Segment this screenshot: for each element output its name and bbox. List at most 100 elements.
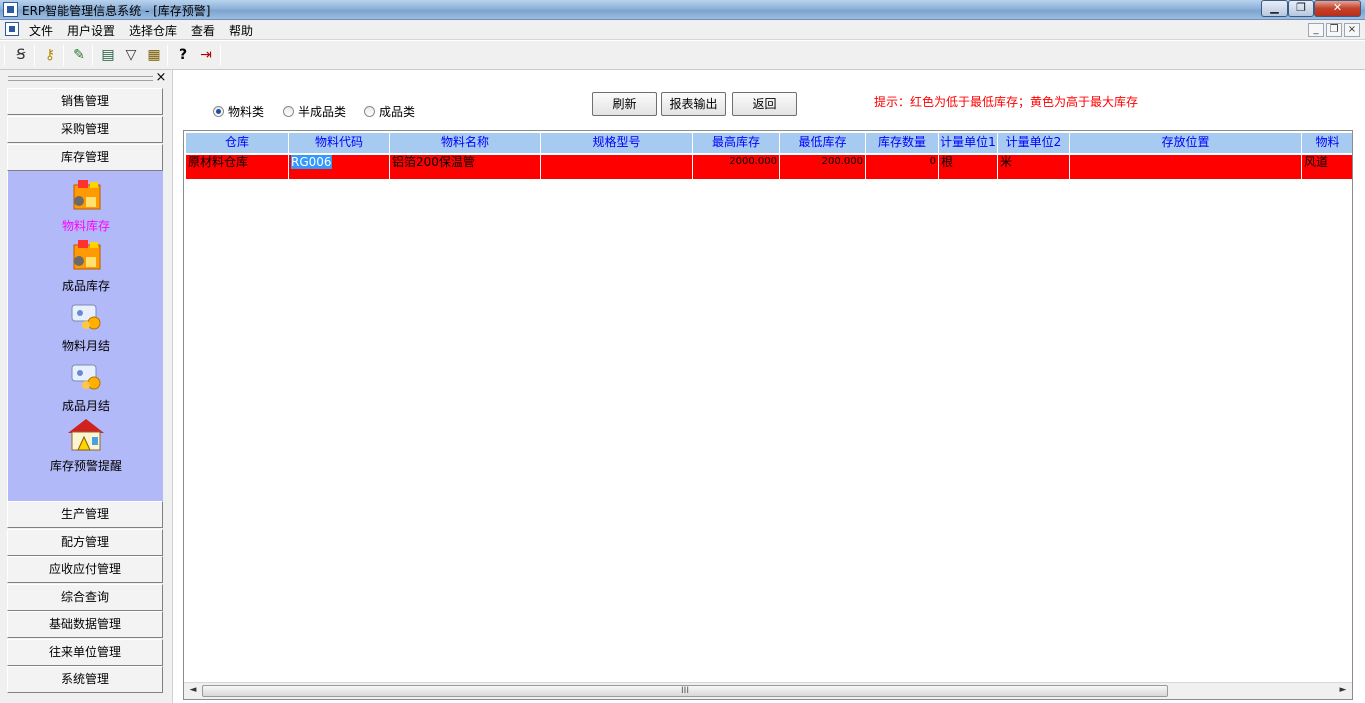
toolbar-separator [92, 45, 93, 66]
filter-icon[interactable]: ▽ [122, 46, 140, 64]
calculator-icon[interactable]: ▦ [145, 46, 163, 64]
product-monthly-icon [71, 364, 101, 390]
panel-close-icon[interactable]: × [155, 71, 167, 85]
column-header[interactable]: 库存数量 [866, 133, 939, 153]
table-cell[interactable]: 200.000 [780, 155, 866, 179]
radio-finished[interactable]: 成品类 [364, 103, 416, 119]
scroll-thumb[interactable]: III [202, 685, 1168, 697]
help-icon[interactable]: ? [174, 46, 192, 64]
nav-sub-material-monthly[interactable]: 物料月结 [8, 297, 164, 357]
toolbar-separator [63, 45, 64, 66]
menu-select-warehouse[interactable]: 选择仓库 [129, 22, 177, 39]
export-report-button[interactable]: 报表输出 [661, 92, 726, 116]
nav-basic-data[interactable]: 基础数据管理 [7, 611, 163, 638]
radio-label: 物料类 [228, 105, 265, 119]
radio-material[interactable]: 物料类 [213, 103, 265, 119]
sub-label: 库存预警提醒 [49, 459, 122, 473]
pen-icon[interactable]: ✎ [70, 46, 88, 64]
radio-label: 成品类 [379, 105, 416, 119]
table-cell[interactable]: 风道 [1302, 155, 1352, 179]
toolbar-separator [220, 45, 221, 66]
scroll-right-icon[interactable]: ► [1336, 685, 1350, 695]
nav-sales[interactable]: 销售管理 [7, 88, 163, 115]
exit-icon[interactable]: ⇥ [197, 46, 215, 64]
maximize-button[interactable]: ❐ [1288, 0, 1314, 17]
sub-label: 成品月结 [61, 399, 110, 413]
scroll-left-icon[interactable]: ◄ [186, 685, 200, 695]
nav-sub-material-stock[interactable]: 物料库存 [8, 177, 164, 237]
radio-semi-finished[interactable]: 半成品类 [283, 103, 347, 119]
column-header[interactable]: 最低库存 [780, 133, 866, 153]
color-hint: 提示：红色为低于最低库存；黄色为高于最大库存 [874, 95, 1139, 109]
table-cell[interactable]: 原材料仓库 [186, 155, 289, 179]
sub-label: 物料库存 [61, 219, 110, 233]
table-cell[interactable]: 铝箔200保温管 [390, 155, 541, 179]
table-cell[interactable]: 2000.000 [693, 155, 780, 179]
toolbar-separator [4, 45, 5, 66]
minimize-button[interactable]: ▁ [1261, 0, 1288, 17]
nav-receivable-payable[interactable]: 应收应付管理 [7, 556, 163, 583]
panel-grip[interactable] [8, 76, 153, 81]
column-header[interactable]: 仓库 [186, 133, 289, 153]
sub-label: 成品库存 [61, 279, 110, 293]
column-header[interactable]: 计量单位1 [939, 133, 998, 153]
column-header[interactable]: 规格型号 [541, 133, 693, 153]
radio-checked-icon [213, 106, 224, 117]
menu-help[interactable]: 帮助 [229, 22, 253, 39]
title-bar: ERP智能管理信息系统 - [库存预警] ▁ ❐ ✕ [0, 0, 1365, 20]
app-icon [3, 2, 18, 17]
column-header[interactable]: 物料代码 [289, 133, 390, 153]
product-stock-icon [73, 240, 101, 270]
toolbar-separator [34, 45, 35, 66]
window-icon[interactable]: ▤ [99, 46, 117, 64]
column-header[interactable]: 最高库存 [693, 133, 780, 153]
menu-file[interactable]: 文件 [29, 22, 53, 39]
nav-sub-stock-alert[interactable]: 库存预警提醒 [8, 417, 164, 477]
table-cell[interactable] [541, 155, 693, 179]
menu-bar: 文件 用户设置 选择仓库 查看 帮助 _ ❐ × [0, 20, 1365, 40]
menu-user-settings[interactable]: 用户设置 [67, 22, 115, 39]
back-button[interactable]: 返回 [732, 92, 797, 116]
inventory-submenu: 物料库存 成品库存 物料月结 成品月结 库存预警提醒 [7, 171, 163, 503]
table-cell[interactable]: 0 [866, 155, 939, 179]
sub-label: 物料月结 [61, 339, 110, 353]
menu-view[interactable]: 查看 [191, 22, 215, 39]
stock-alert-icon [68, 419, 104, 451]
mdi-close-button[interactable]: × [1344, 23, 1360, 37]
horizontal-scrollbar[interactable]: ◄ III ► [184, 682, 1352, 699]
radio-label: 半成品类 [298, 105, 347, 119]
column-header[interactable]: 物料 [1302, 133, 1352, 153]
radio-unchecked-icon [364, 106, 375, 117]
key-icon[interactable]: ⚷ [41, 46, 59, 64]
window-title: ERP智能管理信息系统 - [库存预警] [22, 4, 211, 18]
column-header[interactable]: 物料名称 [390, 133, 541, 153]
radio-unchecked-icon [283, 106, 294, 117]
mdi-restore-button[interactable]: ❐ [1326, 23, 1342, 37]
mdi-minimize-button[interactable]: _ [1308, 23, 1324, 37]
nav-inventory[interactable]: 库存管理 [7, 144, 163, 171]
toolbar: Ꞩ ⚷ ✎ ▤ ▽ ▦ ? ⇥ [0, 41, 1365, 70]
main-content: 物料类 半成品类 成品类 刷新 报表输出 返回 提示：红色为低于最低库存；黄色为… [172, 70, 1365, 703]
table-cell[interactable]: 根 [939, 155, 998, 179]
nav-partners[interactable]: 往来单位管理 [7, 639, 163, 666]
nav-production[interactable]: 生产管理 [7, 501, 163, 528]
nav-purchasing[interactable]: 采购管理 [7, 116, 163, 143]
table-cell[interactable] [1070, 155, 1302, 179]
table-cell[interactable]: RG006 [289, 155, 390, 179]
document-icon[interactable] [5, 22, 19, 36]
nav-system[interactable]: 系统管理 [7, 666, 163, 693]
navigation-panel: × 销售管理 采购管理 库存管理 物料库存 成品库存 物料月结 成品月结 库存预… [0, 70, 172, 703]
nav-sub-product-monthly[interactable]: 成品月结 [8, 357, 164, 417]
refresh-button[interactable]: 刷新 [592, 92, 657, 116]
column-header[interactable]: 计量单位2 [998, 133, 1070, 153]
material-stock-icon [73, 180, 101, 210]
nav-sub-product-stock[interactable]: 成品库存 [8, 237, 164, 297]
toolbar-separator [167, 45, 168, 66]
nav-comprehensive-query[interactable]: 综合查询 [7, 584, 163, 611]
stock-alert-grid[interactable]: 仓库 物料代码 物料名称 规格型号 最高库存 最低库存 库存数量 计量单位1 计… [183, 130, 1353, 700]
column-header[interactable]: 存放位置 [1070, 133, 1302, 153]
close-button[interactable]: ✕ [1314, 0, 1361, 17]
table-cell[interactable]: 米 [998, 155, 1070, 179]
switch-icon[interactable]: Ꞩ [12, 46, 30, 64]
nav-formula[interactable]: 配方管理 [7, 529, 163, 556]
